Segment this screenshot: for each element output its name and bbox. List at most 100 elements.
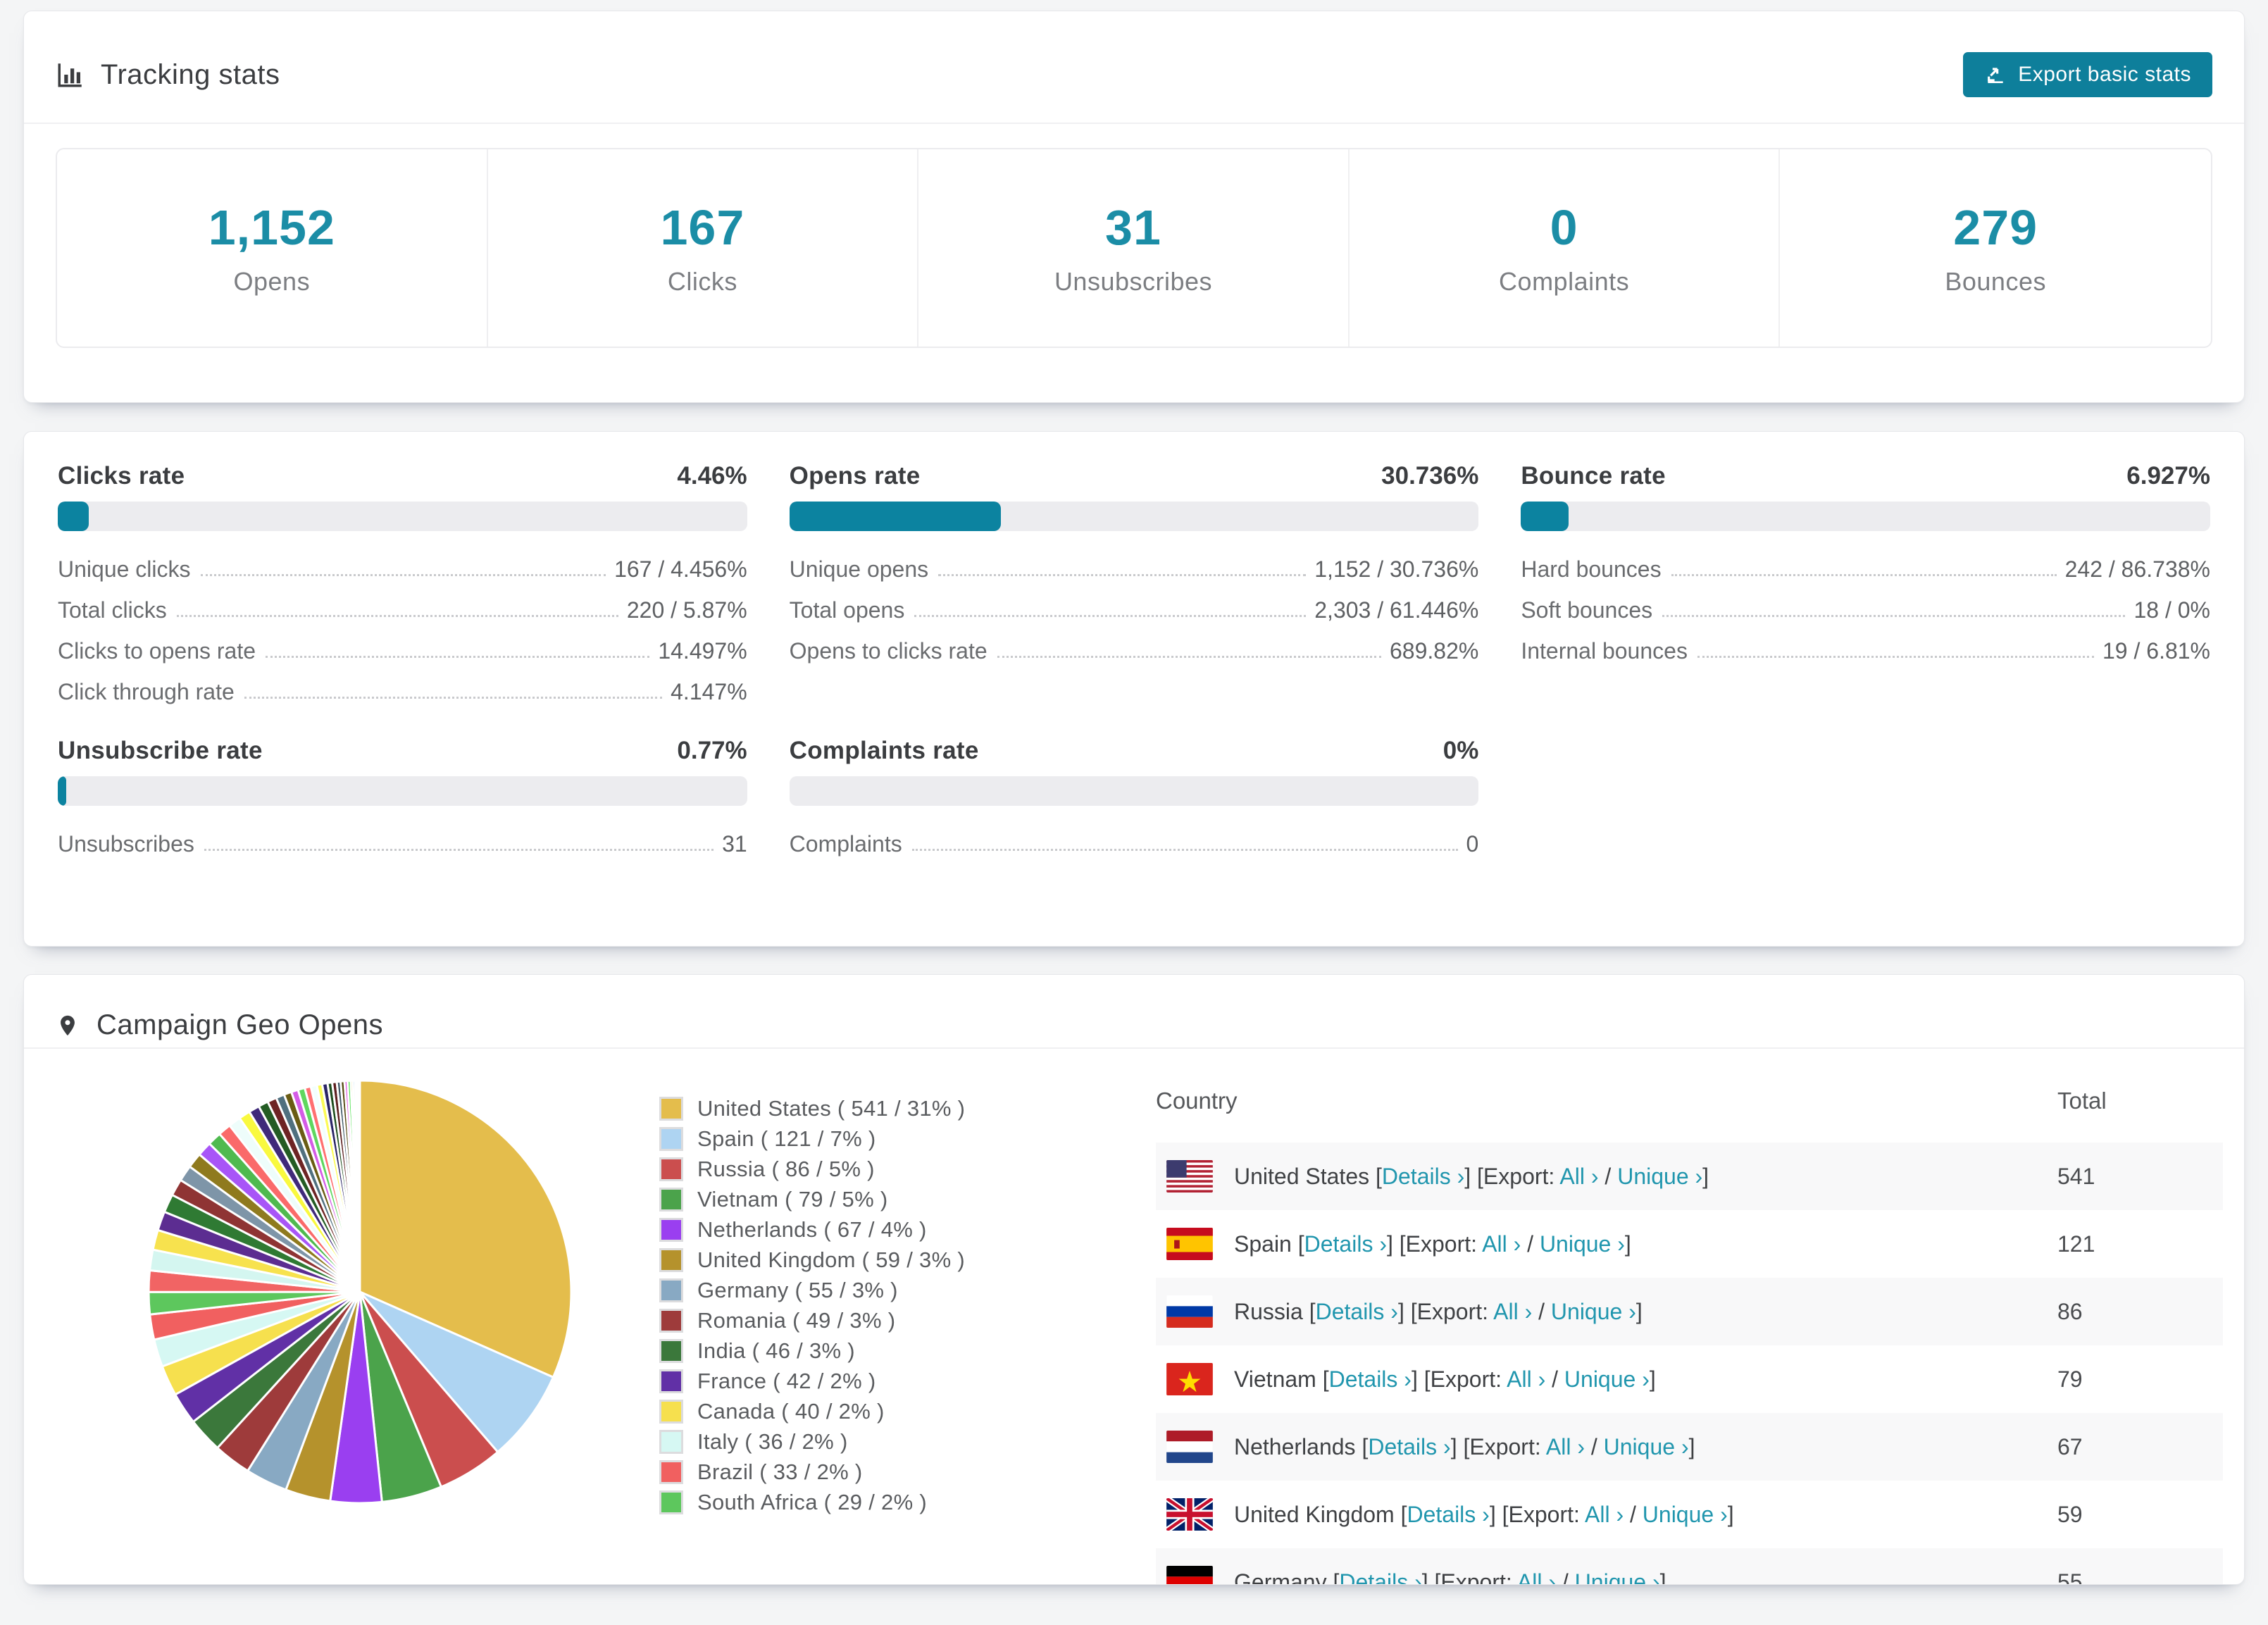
export-unique-link-de[interactable]: Unique › bbox=[1575, 1569, 1660, 1585]
rate-title: Complaints rate bbox=[789, 737, 979, 764]
export-all-link-nl[interactable]: All › bbox=[1546, 1434, 1585, 1459]
details-link-gb[interactable]: Details › bbox=[1407, 1502, 1489, 1527]
legend-item-italy[interactable]: Italy ( 36 / 2% ) bbox=[659, 1426, 1054, 1457]
detail-row: Total opens 2,303 / 61.446% bbox=[789, 597, 1479, 623]
export-unique-link-us[interactable]: Unique › bbox=[1617, 1164, 1702, 1189]
geo-table-row-ru: Russia [Details ›] [Export: All › / Uniq… bbox=[1156, 1278, 2223, 1345]
export-unique-link-ru[interactable]: Unique › bbox=[1551, 1299, 1636, 1324]
country-cell: United Kingdom [Details ›] [Export: All … bbox=[1234, 1501, 1734, 1527]
country-cell: Russia [Details ›] [Export: All › / Uniq… bbox=[1234, 1298, 1643, 1324]
tracking-stats-card: Tracking stats Export basic stats 1,152 O… bbox=[23, 11, 2245, 403]
geo-header: Campaign Geo Opens bbox=[24, 975, 2244, 1049]
country-cell: Germany [Details ›] [Export: All › / Uni… bbox=[1234, 1569, 2057, 1585]
export-unique-link-es[interactable]: Unique › bbox=[1540, 1231, 1625, 1257]
stat-label: Opens bbox=[233, 267, 311, 296]
rate-value: 6.927% bbox=[2126, 462, 2210, 490]
stat-label: Unsubscribes bbox=[1054, 267, 1213, 296]
details-link-ru[interactable]: Details › bbox=[1316, 1299, 1398, 1324]
legend-item-france[interactable]: France ( 42 / 2% ) bbox=[659, 1366, 1054, 1396]
export-all-link-gb[interactable]: All › bbox=[1585, 1502, 1624, 1527]
geo-table-row-de: Germany [Details ›] [Export: All › / Uni… bbox=[1156, 1548, 2223, 1585]
geo-content: United States ( 541 / 31% ) Spain ( 121 /… bbox=[24, 1049, 2244, 1585]
geo-table-row-es: Spain [Details ›] [Export: All › / Uniqu… bbox=[1156, 1210, 2223, 1278]
details-link-us[interactable]: Details › bbox=[1382, 1164, 1464, 1189]
page-title: Tracking stats bbox=[101, 58, 280, 90]
legend-swatch bbox=[659, 1217, 683, 1242]
legend-swatch bbox=[659, 1126, 683, 1151]
gb-flag-icon bbox=[1166, 1498, 1213, 1531]
detail-row: Opens to clicks rate 689.82% bbox=[789, 638, 1479, 664]
rate-block-complaints-rate: Complaints rate 0% Complaints 0 bbox=[789, 737, 1479, 857]
legend-label: Russia ( 86 / 5% ) bbox=[697, 1156, 875, 1181]
us-flag-icon bbox=[1166, 1160, 1213, 1193]
export-all-link-us[interactable]: All › bbox=[1559, 1164, 1598, 1189]
total-cell: 121 bbox=[2057, 1231, 2095, 1257]
country-cell: Netherlands [Details ›] [Export: All › /… bbox=[1234, 1433, 1695, 1459]
export-all-link-vn[interactable]: All › bbox=[1507, 1366, 1545, 1392]
total-cell: 55 bbox=[2057, 1569, 2083, 1585]
rate-value: 4.46% bbox=[677, 462, 747, 490]
export-unique-link-nl[interactable]: Unique › bbox=[1604, 1434, 1689, 1459]
pie-slice-49[interactable] bbox=[358, 1079, 361, 1293]
total-cell: 541 bbox=[2057, 1163, 2095, 1189]
page: { "colors": { "accent": "#0e7f9b", "link… bbox=[0, 11, 2268, 1625]
legend-item-vietnam[interactable]: Vietnam ( 79 / 5% ) bbox=[659, 1184, 1054, 1214]
es-flag-icon bbox=[1166, 1228, 1213, 1260]
bar-chart-icon bbox=[56, 60, 85, 89]
progress-bar bbox=[1521, 502, 2210, 531]
details-link-nl[interactable]: Details › bbox=[1368, 1434, 1450, 1459]
legend-item-romania[interactable]: Romania ( 49 / 3% ) bbox=[659, 1305, 1054, 1336]
legend-swatch bbox=[659, 1247, 683, 1272]
legend-label: United States ( 541 / 31% ) bbox=[697, 1095, 966, 1121]
geo-pie-chart[interactable] bbox=[142, 1073, 578, 1514]
legend-item-united-kingdom[interactable]: United Kingdom ( 59 / 3% ) bbox=[659, 1245, 1054, 1275]
stat-cell-unsubscribes: 31 Unsubscribes bbox=[918, 149, 1350, 347]
legend-item-canada[interactable]: Canada ( 40 / 2% ) bbox=[659, 1396, 1054, 1426]
legend-item-india[interactable]: India ( 46 / 3% ) bbox=[659, 1336, 1054, 1366]
progress-bar bbox=[58, 502, 747, 531]
legend-item-south-africa[interactable]: South Africa ( 29 / 2% ) bbox=[659, 1487, 1054, 1517]
export-basic-stats-button[interactable]: Export basic stats bbox=[1963, 52, 2212, 97]
vn-flag-icon bbox=[1166, 1363, 1213, 1395]
details-link-es[interactable]: Details › bbox=[1304, 1231, 1387, 1257]
legend-label: Canada ( 40 / 2% ) bbox=[697, 1398, 885, 1424]
detail-row: Soft bounces 18 / 0% bbox=[1521, 597, 2210, 623]
export-all-link-ru[interactable]: All › bbox=[1493, 1299, 1532, 1324]
legend-item-brazil[interactable]: Brazil ( 33 / 2% ) bbox=[659, 1457, 1054, 1487]
legend-item-germany[interactable]: Germany ( 55 / 3% ) bbox=[659, 1275, 1054, 1305]
detail-row: Unique opens 1,152 / 30.736% bbox=[789, 556, 1479, 582]
stat-cell-opens: 1,152 Opens bbox=[57, 149, 488, 347]
geo-legend: United States ( 541 / 31% ) Spain ( 121 /… bbox=[659, 1093, 1054, 1517]
legend-label: Italy ( 36 / 2% ) bbox=[697, 1428, 848, 1454]
rate-title: Bounce rate bbox=[1521, 462, 1666, 490]
legend-swatch bbox=[659, 1187, 683, 1212]
export-all-link-de[interactable]: All › bbox=[1517, 1569, 1556, 1585]
details-link-vn[interactable]: Details › bbox=[1329, 1366, 1412, 1392]
progress-bar bbox=[789, 502, 1479, 531]
progress-bar bbox=[58, 776, 747, 806]
country-column-header: Country bbox=[1156, 1087, 1238, 1114]
legend-item-spain[interactable]: Spain ( 121 / 7% ) bbox=[659, 1123, 1054, 1154]
legend-item-netherlands[interactable]: Netherlands ( 67 / 4% ) bbox=[659, 1214, 1054, 1245]
legend-swatch bbox=[659, 1429, 683, 1454]
legend-label: Vietnam ( 79 / 5% ) bbox=[697, 1186, 888, 1212]
geo-table-row-nl: Netherlands [Details ›] [Export: All › /… bbox=[1156, 1413, 2223, 1481]
rate-block-clicks-rate: Clicks rate 4.46% Unique clicks 167 / 4.456… bbox=[58, 462, 747, 705]
stat-summary-row: 1,152 Opens 167 Clicks 31 Unsubscribes 0 Compla… bbox=[56, 148, 2212, 348]
rate-block-opens-rate: Opens rate 30.736% Unique opens 1,152 / 30.… bbox=[789, 462, 1479, 705]
export-all-link-es[interactable]: All › bbox=[1482, 1231, 1521, 1257]
stat-cell-clicks: 167 Clicks bbox=[488, 149, 919, 347]
progress-bar bbox=[789, 776, 1479, 806]
legend-item-united-states[interactable]: United States ( 541 / 31% ) bbox=[659, 1093, 1054, 1123]
legend-label: South Africa ( 29 / 2% ) bbox=[697, 1489, 927, 1514]
legend-swatch bbox=[659, 1308, 683, 1333]
total-column-header: Total bbox=[2057, 1087, 2107, 1114]
total-cell: 79 bbox=[2057, 1366, 2083, 1392]
export-unique-link-gb[interactable]: Unique › bbox=[1643, 1502, 1728, 1527]
details-link-de[interactable]: Details › bbox=[1339, 1569, 1421, 1585]
nl-flag-icon bbox=[1166, 1431, 1213, 1463]
legend-item-russia[interactable]: Russia ( 86 / 5% ) bbox=[659, 1154, 1054, 1184]
detail-row: Unique clicks 167 / 4.456% bbox=[58, 556, 747, 582]
export-unique-link-vn[interactable]: Unique › bbox=[1564, 1366, 1650, 1392]
rate-block-bounce-rate: Bounce rate 6.927% Hard bounces 242 / 86.73… bbox=[1521, 462, 2210, 705]
